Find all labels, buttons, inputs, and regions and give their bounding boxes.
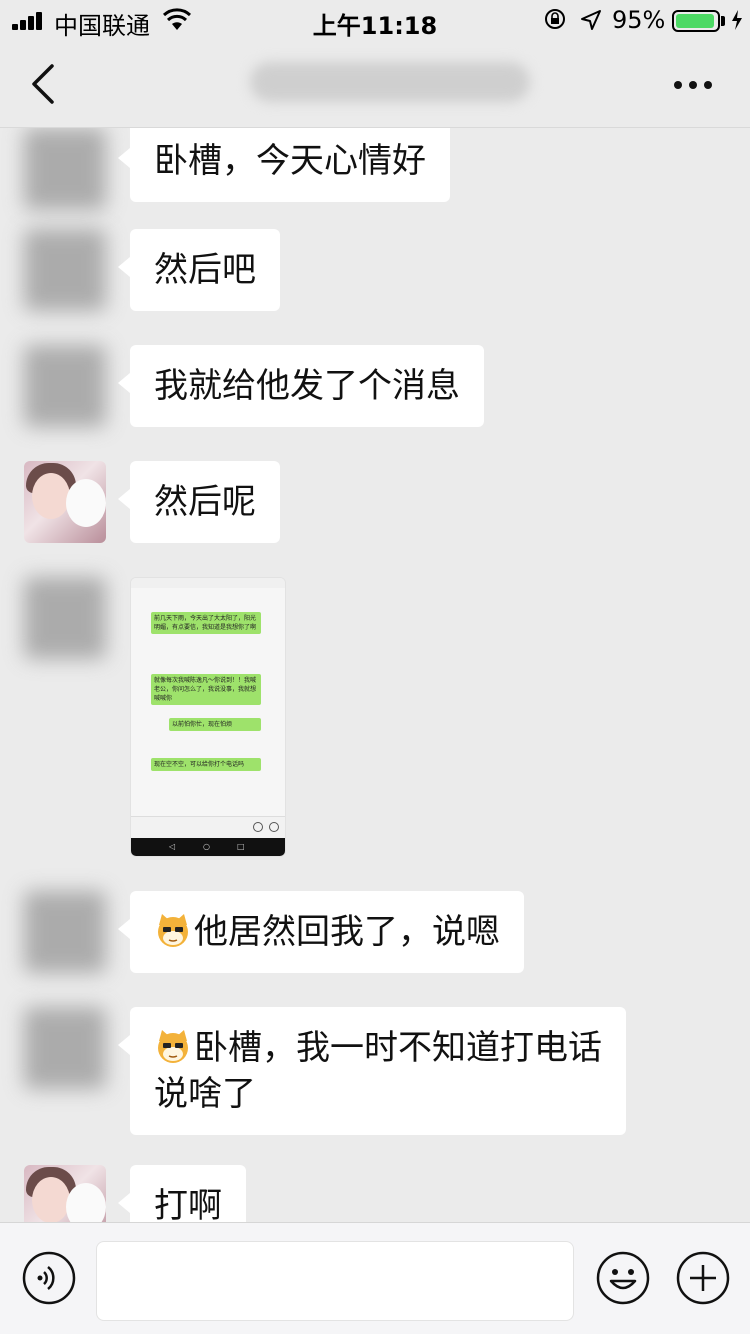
message-text: 卧槽，今天心情好 bbox=[154, 141, 426, 181]
avatar[interactable] bbox=[24, 461, 106, 543]
screenshot-home-icon: ○ bbox=[203, 842, 210, 851]
message-line: 卧槽，我一时不知道打电话 bbox=[154, 1025, 602, 1071]
message-input[interactable] bbox=[96, 1241, 574, 1321]
message-text: 然后呢 bbox=[154, 482, 256, 522]
message-text: 然后吧 bbox=[154, 250, 256, 290]
orientation-lock-icon bbox=[545, 9, 565, 29]
screenshot-input-bar bbox=[131, 816, 285, 838]
screenshot-bubble: 以前怕你忙，现在怕烦 bbox=[169, 718, 261, 731]
battery-nub bbox=[721, 16, 725, 26]
avatar-dog bbox=[66, 479, 106, 527]
screenshot-bubble: 现在空不空，可以给你打个电话吗 bbox=[151, 758, 261, 771]
nav-bar bbox=[0, 40, 750, 128]
message-line: 说啥了 bbox=[154, 1071, 602, 1117]
screenshot-back-icon: ◁ bbox=[169, 842, 176, 851]
avatar-face bbox=[32, 1177, 70, 1222]
status-bar: 中国联通 上午11:18 95% bbox=[0, 0, 750, 40]
cat-emoji-icon bbox=[158, 1030, 188, 1063]
avatar[interactable] bbox=[24, 577, 106, 659]
voice-icon[interactable] bbox=[22, 1251, 76, 1305]
message-text: 卧槽，我一时不知道打电话 bbox=[194, 1028, 602, 1068]
charging-icon bbox=[732, 10, 742, 30]
avatar-face bbox=[32, 473, 70, 519]
screenshot-nav-bar: ◁ ○ □ bbox=[131, 838, 285, 856]
message-bubble[interactable]: 打啊 bbox=[118, 1165, 246, 1222]
message-bubble[interactable]: 卧槽，今天心情好 bbox=[118, 128, 450, 202]
message-bubble[interactable]: 然后吧 bbox=[118, 229, 280, 311]
input-bar bbox=[0, 1222, 750, 1334]
battery-icon bbox=[672, 10, 720, 32]
message-bubble[interactable]: 他居然回我了，说嗯 bbox=[118, 891, 524, 973]
chat-title bbox=[250, 62, 530, 102]
screenshot-bubble: 前几天下雨，今天出了大太阳了，阳光明媚，有点要信，我知道是我想你了啊 bbox=[151, 612, 261, 634]
chevron-left-icon[interactable] bbox=[26, 62, 62, 106]
battery-percent: 95% bbox=[612, 6, 666, 34]
message-text: 打啊 bbox=[154, 1186, 222, 1222]
screenshot-emoji-icon bbox=[253, 822, 263, 832]
avatar[interactable] bbox=[24, 128, 106, 210]
message-bubble[interactable]: 然后呢 bbox=[118, 461, 280, 543]
avatar[interactable] bbox=[24, 229, 106, 311]
avatar[interactable] bbox=[24, 1165, 106, 1222]
avatar-dog bbox=[66, 1183, 106, 1222]
more-dots-icon[interactable] bbox=[668, 70, 718, 98]
battery-level-fill bbox=[676, 14, 714, 28]
message-text: 我就给他发了个消息 bbox=[154, 366, 460, 406]
message-text: 他居然回我了，说嗯 bbox=[194, 912, 500, 952]
message-bubble[interactable]: 卧槽，我一时不知道打电话 说啥了 bbox=[118, 1007, 626, 1135]
avatar[interactable] bbox=[24, 891, 106, 973]
message-bubble[interactable]: 我就给他发了个消息 bbox=[118, 345, 484, 427]
avatar[interactable] bbox=[24, 345, 106, 427]
image-message[interactable]: 前几天下雨，今天出了大太阳了，阳光明媚，有点要信，我知道是我想你了啊 就像每次我… bbox=[130, 577, 286, 857]
location-arrow-icon bbox=[581, 10, 601, 30]
message-text: 说啥了 bbox=[154, 1074, 256, 1114]
emoji-face-icon[interactable] bbox=[596, 1251, 650, 1305]
screenshot-bubble: 就像每次我喊陈逸凡～你说到！！我喊老公，你问怎么了，我说没事，我就想喊喊你 bbox=[151, 674, 261, 705]
chat-area[interactable]: 卧槽，今天心情好 然后吧 我就给他发了个消息 然后呢 前几天下雨，今天出了大太阳… bbox=[0, 128, 750, 1222]
avatar[interactable] bbox=[24, 1007, 106, 1089]
screenshot-recent-icon: □ bbox=[237, 842, 245, 851]
screenshot-plus-icon bbox=[269, 822, 279, 832]
screenshot-status-bar bbox=[131, 578, 285, 588]
cat-emoji-icon bbox=[158, 914, 188, 947]
plus-circle-icon[interactable] bbox=[676, 1251, 730, 1305]
